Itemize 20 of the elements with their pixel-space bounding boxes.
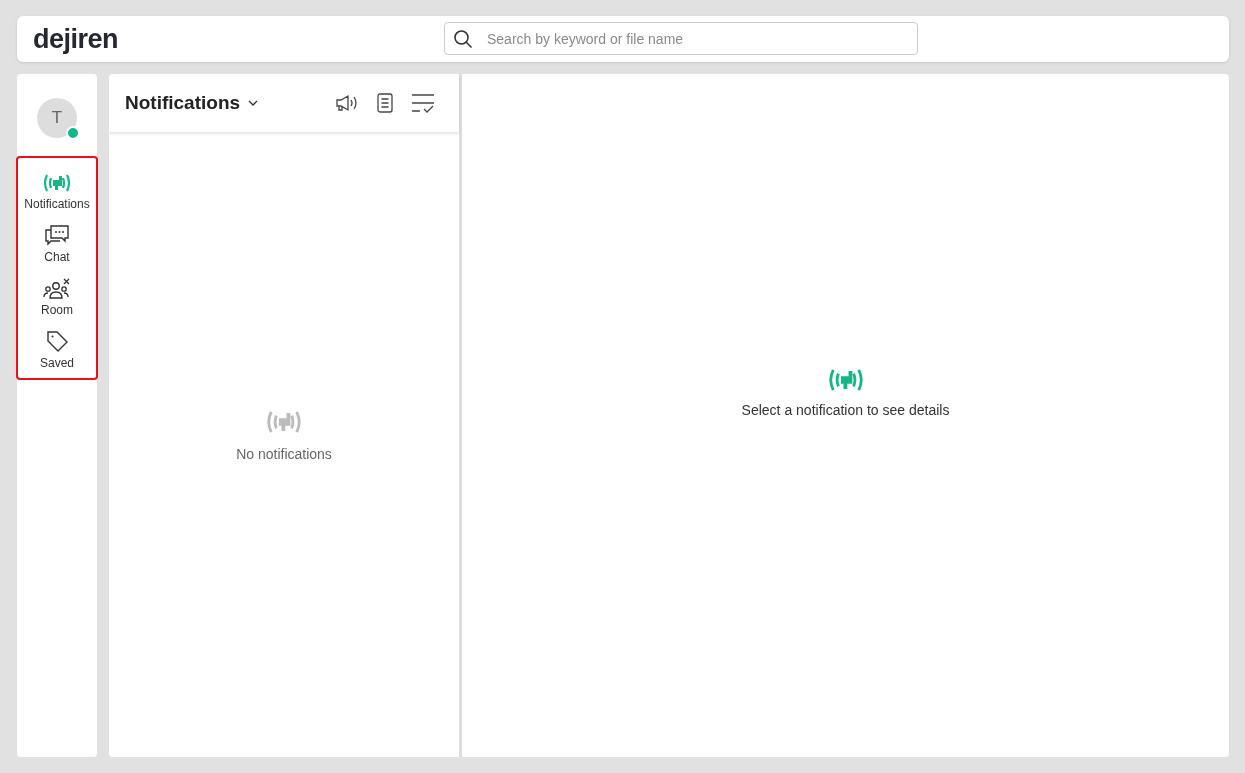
nav-item[interactable]: Notifications	[24, 172, 90, 211]
notifications-dropdown[interactable]: Notifications	[125, 92, 259, 114]
logo[interactable]: dejiren	[33, 23, 119, 55]
search-input[interactable]: Search by keyword or file name	[485, 29, 909, 48]
tag-icon	[45, 329, 69, 353]
nav-item[interactable]: Room	[41, 276, 73, 317]
mark-all-read-icon[interactable]	[411, 93, 435, 113]
search-icon	[453, 28, 473, 49]
empty-message: Select a notification to see details	[741, 401, 950, 418]
megaphone-icon[interactable]	[335, 93, 359, 113]
people-icon	[43, 276, 71, 300]
signal-icon	[42, 172, 72, 194]
empty-message: No notifications	[236, 445, 332, 462]
nav-item[interactable]: Saved	[40, 329, 74, 370]
chevron-down-icon	[248, 100, 259, 106]
nav-item[interactable]: Chat	[44, 223, 70, 264]
document-icon[interactable]	[377, 93, 393, 113]
avatar[interactable]: T	[37, 98, 77, 138]
chat-bubbles-icon	[44, 223, 70, 247]
search-field[interactable]: Search by keyword or file name	[444, 22, 918, 55]
